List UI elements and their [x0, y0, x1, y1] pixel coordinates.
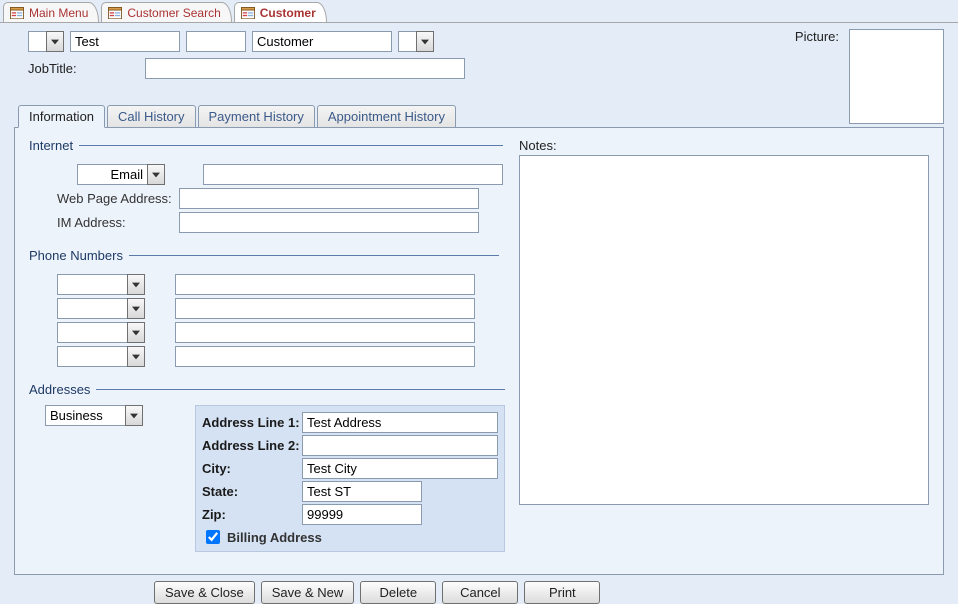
addr-line1-input[interactable] — [302, 412, 498, 433]
email-type-combo[interactable] — [77, 164, 173, 185]
suffix-combo[interactable] — [398, 31, 434, 52]
addr-line2-label: Address Line 2: — [202, 438, 302, 453]
im-label: IM Address: — [29, 215, 179, 230]
dropdown-button[interactable] — [127, 298, 145, 319]
dropdown-button[interactable] — [127, 322, 145, 343]
jobtitle-label: JobTitle: — [28, 61, 77, 76]
save-new-button[interactable]: Save & New — [261, 581, 355, 604]
billing-checkbox[interactable] — [206, 530, 220, 544]
notes-label: Notes: — [519, 138, 929, 153]
city-label: City: — [202, 461, 302, 476]
web-input[interactable] — [179, 188, 479, 209]
middle-name-input[interactable] — [186, 31, 246, 52]
billing-row: Billing Address — [202, 527, 498, 547]
phone-input[interactable] — [175, 346, 475, 367]
phone-type-combo[interactable] — [57, 346, 145, 367]
phone-type-input[interactable] — [57, 322, 127, 343]
jobtitle-input[interactable] — [145, 58, 465, 79]
phone-type-input[interactable] — [57, 346, 127, 367]
zip-label: Zip: — [202, 507, 302, 522]
picture-label: Picture: — [795, 29, 839, 44]
internet-legend: Internet — [29, 138, 79, 153]
window-tab-customer[interactable]: Customer — [234, 2, 327, 22]
email-input[interactable] — [203, 164, 503, 185]
notes-textarea[interactable] — [519, 155, 929, 505]
first-name-input[interactable] — [70, 31, 180, 52]
phone-row — [57, 274, 499, 295]
address-panel: Address Line 1: Address Line 2: City: — [195, 405, 505, 552]
address-type-combo[interactable] — [45, 405, 143, 426]
save-close-button[interactable]: Save & Close — [154, 581, 255, 604]
tab-payment-history[interactable]: Payment History — [198, 105, 315, 127]
dropdown-button[interactable] — [127, 346, 145, 367]
state-input[interactable] — [302, 481, 422, 502]
web-label: Web Page Address: — [29, 191, 179, 206]
phone-input[interactable] — [175, 298, 475, 319]
phone-type-combo[interactable] — [57, 274, 145, 295]
window-tab-customer-search[interactable]: Customer Search — [101, 2, 231, 22]
window-tab-label: Main Menu — [29, 6, 88, 20]
window-tab-label: Customer — [260, 6, 316, 20]
delete-button[interactable]: Delete — [360, 581, 436, 604]
phone-input[interactable] — [175, 322, 475, 343]
window-tab-main-menu[interactable]: Main Menu — [3, 2, 99, 22]
dropdown-button[interactable] — [416, 31, 434, 52]
phone-row — [57, 346, 499, 367]
print-button[interactable]: Print — [524, 581, 600, 604]
tab-call-history[interactable]: Call History — [107, 105, 195, 127]
phone-type-input[interactable] — [57, 298, 127, 319]
address-section: Addresses Address Line 1: — [29, 382, 505, 552]
phone-type-combo[interactable] — [57, 322, 145, 343]
email-type-input[interactable] — [77, 164, 147, 185]
dropdown-button[interactable] — [147, 164, 165, 185]
addr-line2-input[interactable] — [302, 435, 498, 456]
form-icon — [10, 7, 24, 19]
im-input[interactable] — [179, 212, 479, 233]
dropdown-button[interactable] — [125, 405, 143, 426]
form-icon — [108, 7, 122, 19]
detail-tab-control: Information Call History Payment History… — [14, 103, 944, 575]
phone-type-combo[interactable] — [57, 298, 145, 319]
tab-information[interactable]: Information — [18, 105, 105, 128]
phone-input[interactable] — [175, 274, 475, 295]
internet-section: Internet Web Page Address: IM Address: — [29, 138, 503, 236]
form-icon — [241, 7, 255, 19]
window-tab-strip: Main Menu Customer Search Customer — [0, 0, 958, 22]
city-input[interactable] — [302, 458, 498, 479]
tab-appointment-history[interactable]: Appointment History — [317, 105, 456, 127]
button-bar: Save & Close Save & New Delete Cancel Pr… — [14, 575, 944, 604]
address-type-input[interactable] — [45, 405, 125, 426]
dropdown-button[interactable] — [127, 274, 145, 295]
state-label: State: — [202, 484, 302, 499]
cancel-button[interactable]: Cancel — [442, 581, 518, 604]
prefix-input[interactable] — [28, 31, 46, 52]
phone-type-input[interactable] — [57, 274, 127, 295]
addr-line1-label: Address Line 1: — [202, 415, 302, 430]
picture-block: Picture: — [795, 29, 944, 124]
phone-row — [57, 298, 499, 319]
phone-section: Phone Numbers — [29, 248, 499, 370]
customer-form: JobTitle: Picture: Information Call Hist… — [0, 22, 958, 573]
zip-input[interactable] — [302, 504, 422, 525]
dropdown-button[interactable] — [46, 31, 64, 52]
prefix-combo[interactable] — [28, 31, 64, 52]
picture-box[interactable] — [849, 29, 944, 124]
billing-label: Billing Address — [227, 530, 322, 545]
phone-legend: Phone Numbers — [29, 248, 129, 263]
phone-row — [57, 322, 499, 343]
last-name-input[interactable] — [252, 31, 392, 52]
window-tab-label: Customer Search — [127, 6, 220, 20]
suffix-input[interactable] — [398, 31, 416, 52]
address-legend: Addresses — [29, 382, 96, 397]
tab-page-information: Internet Web Page Address: IM Address: — [14, 127, 944, 575]
